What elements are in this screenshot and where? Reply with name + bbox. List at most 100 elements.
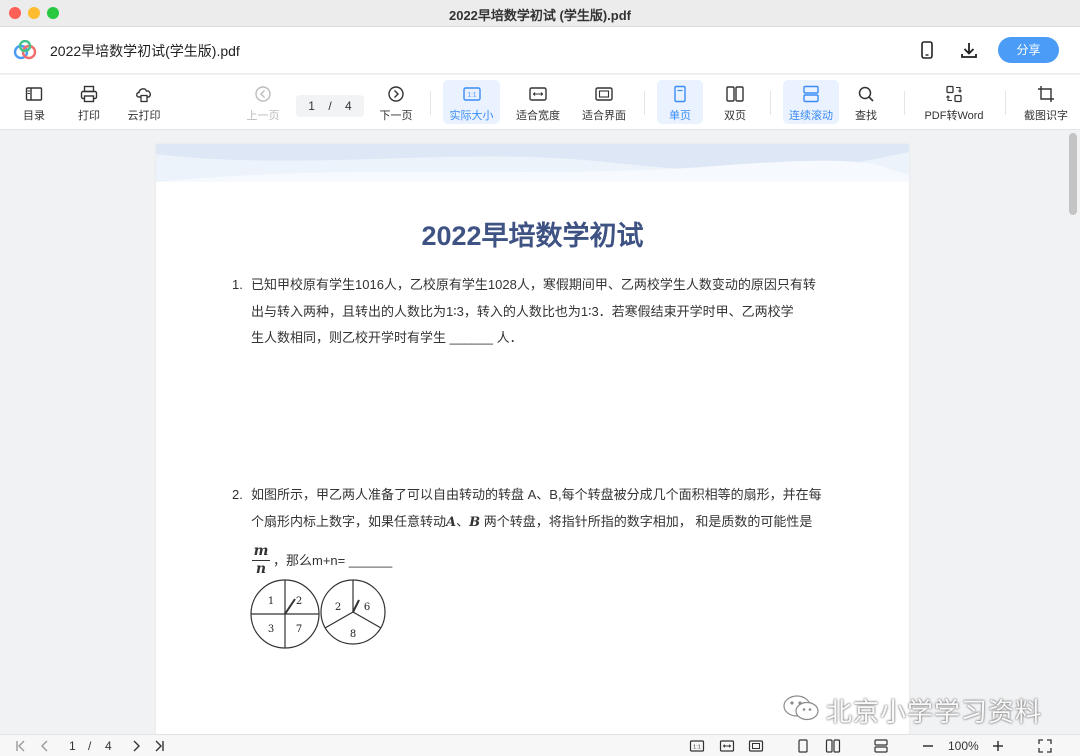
mobile-phone-icon[interactable] (916, 39, 938, 61)
actual-size-icon[interactable]: 1:1 (689, 738, 705, 754)
watermark: 北京小学学习资料 (782, 692, 1052, 728)
document-viewer[interactable]: 2022早培数学初试 1. 已知甲校原有学生1016人，乙校原有学生1028人，… (0, 131, 1080, 734)
status-page-separator: / (88, 739, 92, 753)
zoom-level: 100% (948, 739, 979, 753)
fit-page-label: 适合界面 (582, 110, 626, 122)
continuous-scroll-icon (803, 85, 819, 103)
cloud-printer-icon (136, 88, 151, 103)
svg-text:1:1: 1:1 (693, 744, 701, 750)
prev-page-button[interactable]: 上一页 (242, 80, 284, 124)
toolbar-divider (430, 91, 431, 115)
screenshot-ocr-button[interactable]: 截图识字 (1018, 80, 1074, 124)
question-text-line: 生人数相同，则乙校开学时有学生 ______ 人． (251, 330, 523, 345)
continuous-scroll-icon[interactable] (873, 738, 889, 754)
download-icon[interactable] (958, 39, 980, 61)
single-page-icon[interactable] (795, 738, 811, 754)
window-title: 2022早培数学初试 (学生版).pdf (448, 8, 631, 23)
question-number: 2. (232, 487, 243, 502)
spinner-figure: 1 2 3 7 2 6 8 (250, 579, 386, 649)
zoom-out-icon[interactable] (920, 738, 936, 754)
question-1: 1. 已知甲校原有学生1016人，乙校原有学生1028人，寒假期间甲、乙两校学生… (232, 272, 842, 352)
chevron-left-circle-icon (255, 86, 271, 102)
question-text-line: 如图所示，甲乙两人准备了可以自由转动的转盘 A、B,每个转盘被分成几个面积相等的… (251, 487, 822, 502)
double-page-button[interactable]: 双页 (713, 80, 757, 124)
toc-label: 目录 (23, 110, 45, 122)
find-label: 查找 (855, 110, 877, 122)
pdf-page: 2022早培数学初试 1. 已知甲校原有学生1016人，乙校原有学生1028人，… (156, 144, 909, 734)
print-button[interactable]: 打印 (69, 80, 109, 124)
fraction-m-over-n: m n (252, 544, 270, 577)
search-icon (858, 86, 874, 102)
toolbar-divider (770, 91, 771, 115)
toc-button[interactable]: 目录 (14, 80, 54, 124)
question-text-line: 个扇形内标上数字，如果任意转动A、B 两个转盘，将指针所指的数字相加， 和是质数… (251, 513, 813, 530)
fit-page-button[interactable]: 适合界面 (577, 80, 631, 124)
toolbar-divider (644, 91, 645, 115)
actual-size-icon: 1:1 (462, 87, 481, 101)
double-page-icon[interactable] (825, 738, 841, 754)
spinner-b: 2 6 8 (320, 579, 386, 645)
prev-page-label: 上一页 (246, 110, 280, 122)
status-page-total: 4 (105, 739, 112, 753)
spinner-b-label: 6 (364, 602, 370, 613)
continuous-scroll-label: 连续滚动 (789, 110, 833, 122)
cloud-print-button[interactable]: 云打印 (121, 80, 167, 124)
page-current: 1 (308, 99, 315, 113)
status-page-current: 1 (69, 739, 76, 753)
continuous-scroll-button[interactable]: 连续滚动 (783, 80, 839, 124)
vertical-scrollbar[interactable] (1066, 131, 1080, 734)
fit-page-icon (595, 87, 613, 101)
toolbar-divider (904, 91, 905, 115)
double-page-icon (726, 86, 744, 102)
svg-text:1:1: 1:1 (467, 92, 476, 99)
printer-icon (80, 85, 98, 103)
page-separator: / (328, 99, 332, 113)
single-page-button[interactable]: 单页 (657, 80, 703, 124)
watermark-text: 北京小学学习资料 (826, 698, 1043, 728)
question-text-line: ，那么m+n= ______ (273, 553, 393, 568)
prev-page-icon[interactable] (37, 738, 53, 754)
fraction-numerator: m (253, 543, 269, 559)
find-button[interactable]: 查找 (848, 80, 884, 124)
toolbar: 目录 打印 云打印 上一页 1 / 4 下一页 1:1 实际大小 适合宽度 适合… (0, 75, 1080, 130)
next-page-label: 下一页 (379, 110, 413, 122)
single-page-label: 单页 (669, 110, 691, 122)
actual-size-label: 实际大小 (449, 110, 494, 122)
spinner-b-label: 8 (350, 629, 356, 640)
document-title: 2022早培数学初试(学生版).pdf (50, 43, 240, 59)
question-number: 1. (232, 277, 243, 292)
pdf-to-word-button[interactable]: PDF转Word (919, 80, 989, 124)
fit-width-button[interactable]: 适合宽度 (511, 80, 565, 124)
single-page-icon (674, 85, 686, 103)
question-text-line: 出与转入两种，且转出的人数比为1∶3，转入的人数比也为1∶3．若寒假结束开学时甲… (251, 303, 794, 319)
spinner-a-label: 2 (296, 596, 302, 607)
fullscreen-icon[interactable] (1037, 738, 1053, 754)
chevron-right-circle-icon (388, 86, 404, 102)
zoom-in-icon[interactable] (990, 738, 1006, 754)
share-button[interactable]: 分享 (998, 37, 1059, 63)
pdf-to-word-label: PDF转Word (924, 110, 984, 122)
print-label: 打印 (78, 110, 100, 122)
next-page-button[interactable]: 下一页 (374, 80, 418, 124)
page-number-input[interactable]: 1 / 4 (296, 95, 364, 117)
fit-width-icon[interactable] (719, 738, 735, 754)
spinner-a: 1 2 3 7 (250, 579, 320, 649)
spinner-a-label: 7 (296, 624, 302, 635)
crop-icon (1038, 86, 1054, 102)
first-page-icon[interactable] (13, 738, 29, 754)
last-page-icon[interactable] (151, 738, 167, 754)
actual-size-button[interactable]: 1:1 实际大小 (443, 80, 500, 124)
window-titlebar: 2022早培数学初试 (学生版).pdf (0, 0, 1080, 27)
variable-a: A (446, 514, 457, 530)
question-text-line: 已知甲校原有学生1016人，乙校原有学生1028人，寒假期间甲、乙两校学生人数变… (251, 277, 816, 292)
scrollbar-thumb[interactable] (1069, 133, 1077, 215)
fit-page-icon[interactable] (748, 738, 764, 754)
spinner-a-label: 1 (268, 596, 274, 607)
fit-width-icon (529, 87, 547, 101)
double-page-label: 双页 (724, 110, 746, 122)
convert-icon (946, 85, 962, 103)
next-page-icon[interactable] (128, 738, 144, 754)
status-bar: 1 / 4 1:1 100% (0, 734, 1080, 756)
screenshot-ocr-label: 截图识字 (1024, 110, 1068, 122)
page-header-decoration (156, 144, 909, 182)
